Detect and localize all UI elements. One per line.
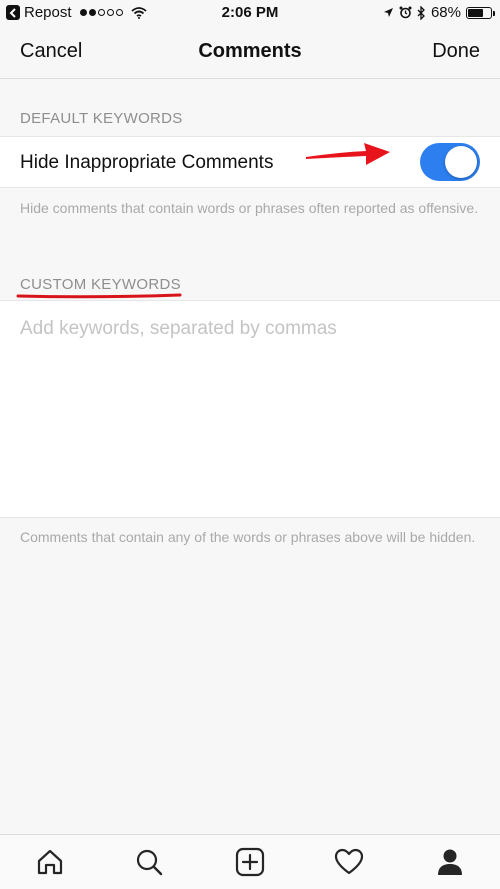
custom-keywords-input[interactable] bbox=[0, 300, 500, 518]
search-icon[interactable] bbox=[132, 845, 166, 879]
location-arrow-icon bbox=[383, 7, 394, 18]
nav-bar: Cancel Comments Done bbox=[0, 25, 500, 79]
battery-icon bbox=[466, 6, 495, 19]
home-icon[interactable] bbox=[33, 845, 67, 879]
done-button[interactable]: Done bbox=[432, 40, 480, 63]
cancel-button[interactable]: Cancel bbox=[20, 40, 82, 63]
red-underline bbox=[16, 293, 182, 299]
default-keywords-header: DEFAULT KEYWORDS bbox=[20, 110, 183, 127]
custom-keywords-footnote: Comments that contain any of the words o… bbox=[20, 529, 476, 545]
hide-inappropriate-toggle[interactable] bbox=[420, 143, 480, 181]
hide-inappropriate-row[interactable]: Hide Inappropriate Comments bbox=[0, 136, 500, 188]
bluetooth-icon bbox=[417, 5, 426, 20]
custom-keywords-header: CUSTOM KEYWORDS bbox=[20, 276, 181, 293]
toggle-knob bbox=[445, 146, 477, 178]
alarm-clock-icon bbox=[399, 6, 412, 19]
red-arrow-icon bbox=[306, 143, 390, 165]
battery-percent: 68% bbox=[430, 4, 461, 21]
battery-fill bbox=[468, 8, 483, 17]
status-right: 68% bbox=[383, 4, 495, 21]
status-bar: Repost 2:06 PM 68% bbox=[0, 0, 500, 25]
hide-inappropriate-label: Hide Inappropriate Comments bbox=[20, 152, 274, 173]
add-post-icon[interactable] bbox=[233, 845, 267, 879]
default-keywords-footnote: Hide comments that contain words or phra… bbox=[20, 200, 479, 216]
heart-icon[interactable] bbox=[332, 845, 366, 879]
profile-icon[interactable] bbox=[433, 845, 467, 879]
tab-bar bbox=[0, 834, 500, 889]
